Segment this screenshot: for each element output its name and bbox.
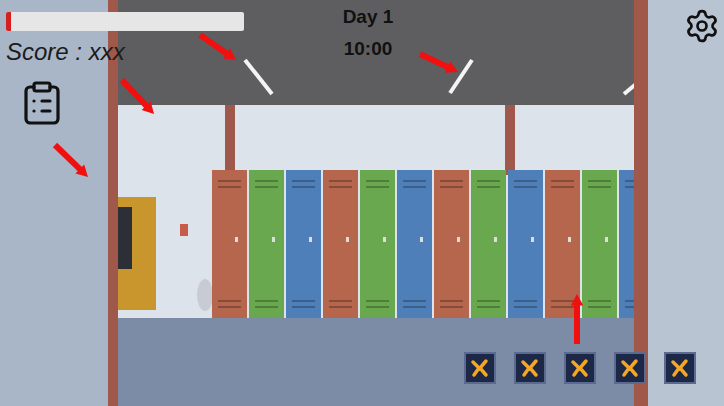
hud: Score : xxx Day 1 10:00 bbox=[0, 0, 724, 406]
inventory-slot[interactable] bbox=[514, 352, 546, 384]
inventory-slot[interactable] bbox=[664, 352, 696, 384]
empty-x-icon bbox=[570, 358, 590, 378]
day-label: Day 1 bbox=[343, 6, 394, 28]
game-screen: Score : xxx Day 1 10:00 bbox=[0, 0, 724, 406]
locker bbox=[545, 170, 580, 318]
inventory-slot[interactable] bbox=[614, 352, 646, 384]
locker bbox=[212, 170, 247, 318]
inventory-slot[interactable] bbox=[564, 352, 596, 384]
health-bar bbox=[6, 12, 244, 31]
locker bbox=[508, 170, 543, 318]
empty-x-icon bbox=[670, 358, 690, 378]
locker bbox=[434, 170, 469, 318]
empty-x-icon bbox=[520, 358, 540, 378]
annotation-arrow-icon bbox=[571, 294, 583, 344]
annotations bbox=[0, 0, 724, 406]
inventory-slot[interactable] bbox=[464, 352, 496, 384]
annotation-arrow-icon bbox=[420, 54, 458, 73]
locker bbox=[360, 170, 395, 318]
clipboard-icon[interactable] bbox=[18, 79, 66, 127]
time-label: 10:00 bbox=[344, 38, 393, 60]
empty-x-icon bbox=[620, 358, 640, 378]
locker bbox=[397, 170, 432, 318]
annotation-arrow-icon bbox=[200, 35, 236, 60]
locker bbox=[582, 170, 617, 318]
empty-x-icon bbox=[470, 358, 490, 378]
score-label: Score : xxx bbox=[6, 37, 125, 67]
gear-icon[interactable] bbox=[684, 8, 720, 44]
locker bbox=[471, 170, 506, 318]
locker bbox=[286, 170, 321, 318]
inventory-bar bbox=[6, 352, 720, 384]
locker bbox=[249, 170, 284, 318]
locker bbox=[323, 170, 358, 318]
annotation-arrow-icon bbox=[122, 80, 154, 114]
annotation-arrow-icon bbox=[55, 145, 88, 177]
